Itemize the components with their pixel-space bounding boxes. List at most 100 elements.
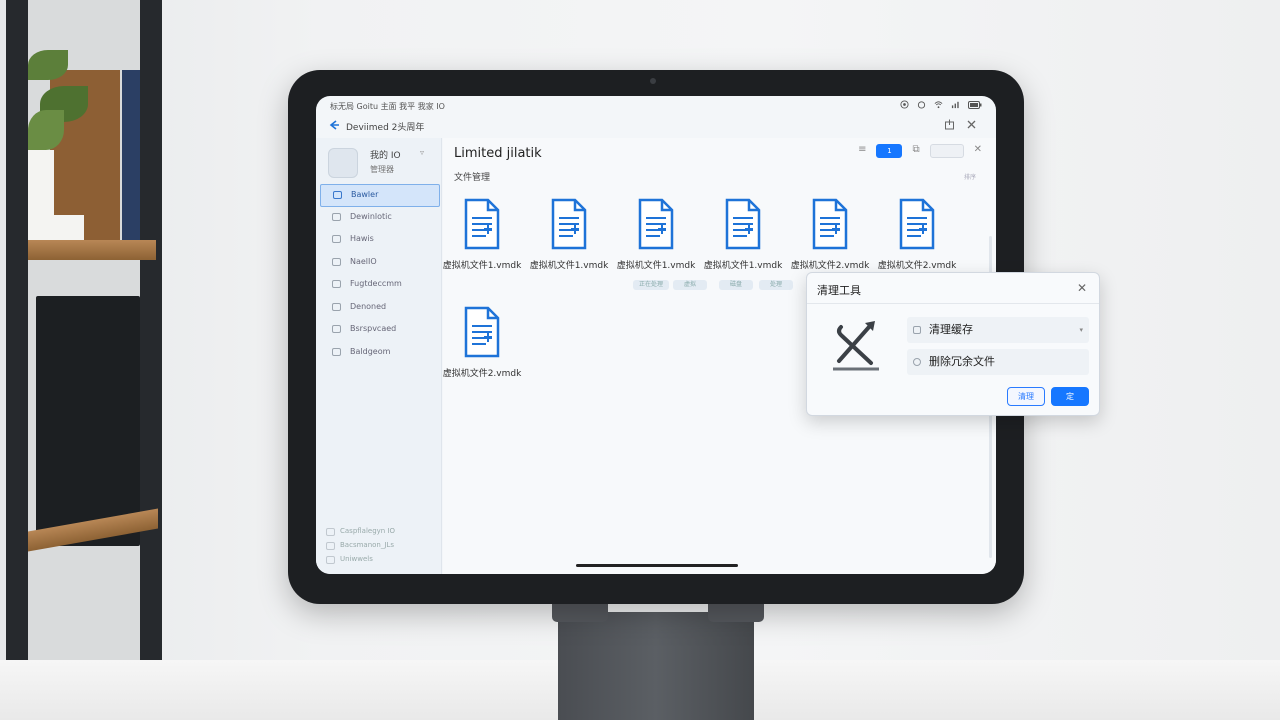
document-icon (725, 198, 761, 250)
file-item[interactable]: 虚拟机文件1.vmdk (439, 198, 525, 271)
option-clear-cache[interactable]: 清理缓存 ▾ (907, 317, 1089, 343)
sidebar-item-3[interactable]: NaelIO (320, 252, 440, 275)
sidebar-item-label: Dewinlotic (350, 211, 392, 221)
sidebar-footer-item[interactable]: Bacsmanon_JLs (326, 538, 395, 552)
file-name: 虚拟机文件2.vmdk (790, 261, 870, 271)
title-bar: Deviimed 2头周年 (316, 116, 996, 138)
tablet-stand (558, 612, 754, 720)
section-title: 文件管理 (454, 173, 491, 183)
window-title: Deviimed 2头周年 (346, 123, 425, 133)
sidebar-nav: Bawler Dewinlotic Hawis NaelIO Fugtdeccm… (320, 184, 440, 364)
sidebar-item-1[interactable]: Dewinlotic (320, 207, 440, 230)
copy-icon[interactable]: ⧉ (912, 144, 919, 158)
sidebar-footer: Caspflalegyn IO Bacsmanon_JLs Uniwwels (326, 524, 395, 566)
sidebar-item-label: Bawler (351, 190, 379, 199)
sidebar: 我的 IO ▿ 管理器 Bawler Dewinlotic Hawis Nael… (316, 138, 442, 574)
cleanup-tools-icon (833, 321, 879, 371)
chevron-down-icon[interactable]: ▿ (420, 148, 424, 157)
sidebar-item-label: Bsrspvcaed (350, 324, 397, 333)
file-item[interactable]: 虚拟机文件1.vmdk (526, 198, 612, 271)
file-item[interactable]: 虚拟机文件2.vmdk (874, 198, 960, 271)
file-item[interactable]: 虚拟机文件1.vmdk (700, 198, 786, 271)
file-name: 虚拟机文件2.vmdk (442, 369, 522, 379)
file-name: 虚拟机文件1.vmdk (529, 261, 609, 271)
wifi-icon (934, 101, 943, 109)
sidebar-item-4[interactable]: Fugtdeccmm (320, 274, 440, 297)
battery-icon (968, 100, 982, 109)
file-item[interactable]: 虚拟机文件2.vmdk (787, 198, 873, 271)
shelf-post (6, 0, 28, 660)
sidebar-item-label: Denoned (350, 301, 387, 311)
status-text: 标无局 Goitu 主面 我平 我家 IO (330, 102, 445, 111)
document-icon (464, 306, 500, 358)
file-tag: 虚拟 (673, 280, 707, 290)
file-name: 虚拟机文件1.vmdk (703, 261, 783, 271)
cleanup-dialog: 清理工具 ✕ 清理缓存 ▾ 删除冗余文件 清理 定 (806, 272, 1100, 416)
plant-leaf (28, 110, 64, 150)
close-icon[interactable] (966, 119, 977, 130)
folder-icon (333, 191, 342, 199)
alarm-icon (917, 101, 926, 109)
sidebar-item-label: Fugtdeccmm (350, 279, 402, 288)
file-item[interactable]: 虚拟机文件2.vmdk (439, 306, 525, 379)
sidebar-item-7[interactable]: Baldgeom (320, 342, 440, 365)
profile-subtitle: 管理器 (370, 165, 394, 174)
record-icon (900, 100, 909, 109)
close-icon[interactable]: ✕ (1077, 281, 1087, 295)
sidebar-item-6[interactable]: Bsrspvcaed (320, 319, 440, 342)
folder-icon (332, 325, 341, 333)
page-title: Limited jilatik (454, 146, 542, 161)
divider (807, 303, 1099, 304)
radio-icon[interactable] (913, 358, 921, 366)
camera (650, 78, 656, 84)
option-delete-redundant[interactable]: 删除冗余文件 (907, 349, 1089, 375)
folder-icon (332, 212, 341, 221)
book (122, 70, 140, 240)
status-bar: 标无局 Goitu 主面 我平 我家 IO (316, 96, 996, 116)
confirm-button[interactable]: 定 (1051, 387, 1089, 406)
sidebar-footer-item[interactable]: Uniwwels (326, 552, 395, 566)
checkbox-icon[interactable] (913, 326, 921, 334)
folder-icon (332, 302, 341, 311)
file-name: 虚拟机文件1.vmdk (616, 261, 696, 271)
sidebar-item-label: Baldgeom (350, 346, 391, 356)
avatar (328, 148, 358, 178)
document-icon (899, 198, 935, 250)
back-arrow-icon[interactable] (328, 119, 340, 131)
folder-icon (332, 280, 341, 288)
plant-leaf (28, 50, 68, 80)
sort-label[interactable]: 排序 (964, 172, 976, 181)
option-label: 删除冗余文件 (929, 355, 995, 368)
sidebar-item-label: Hawis (350, 234, 374, 243)
file-name: 虚拟机文件2.vmdk (877, 261, 957, 271)
shelf-post (140, 0, 162, 660)
close-icon[interactable]: ✕ (974, 144, 982, 158)
home-indicator[interactable] (576, 564, 738, 567)
sidebar-item-label: NaelIO (350, 256, 377, 266)
shelf-board (28, 240, 156, 260)
document-icon (638, 198, 674, 250)
sidebar-item-5[interactable]: Denoned (320, 297, 440, 320)
folder-icon (332, 347, 341, 356)
share-icon[interactable] (944, 119, 955, 130)
list-icon[interactable]: ≡ (858, 144, 866, 158)
sidebar-footer-item[interactable]: Caspflalegyn IO (326, 524, 395, 538)
primary-action-button[interactable]: 1 (876, 144, 903, 158)
profile-card[interactable]: 我的 IO ▿ 管理器 (328, 146, 438, 182)
file-name: 虚拟机文件1.vmdk (442, 261, 522, 271)
sidebar-item-2[interactable]: Hawis (320, 229, 440, 252)
file-item[interactable]: 虚拟机文件1.vmdk (613, 198, 699, 271)
document-icon (464, 198, 500, 250)
chevron-down-icon[interactable]: ▾ (1079, 317, 1083, 343)
profile-name: 我的 IO (370, 151, 401, 161)
document-icon (551, 198, 587, 250)
cleanup-button[interactable]: 清理 (1007, 387, 1045, 406)
toolbar-button[interactable] (929, 144, 964, 158)
pot-base (28, 215, 84, 243)
option-label: 清理缓存 (929, 323, 973, 336)
document-icon (812, 198, 848, 250)
file-tag: 磁盘 (719, 280, 753, 290)
cabinet (36, 296, 140, 546)
file-tag: 处理 (759, 280, 793, 290)
sidebar-item-0[interactable]: Bawler (320, 184, 440, 207)
